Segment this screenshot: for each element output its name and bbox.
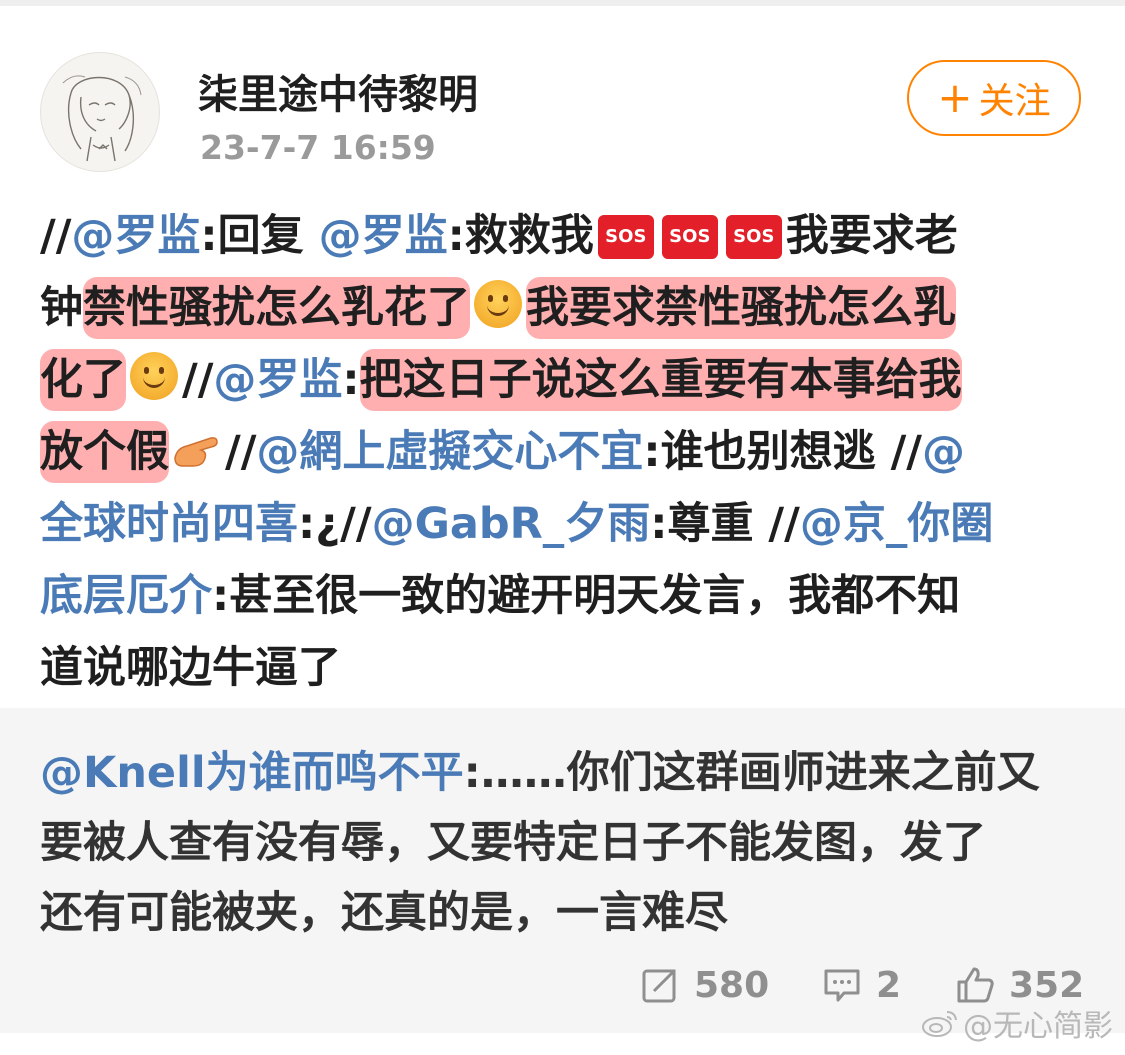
sos-emoji-icon: SOS bbox=[597, 215, 654, 259]
post-text-segment: // bbox=[225, 427, 257, 477]
user-mention-link[interactable]: 全球时尚四喜 bbox=[40, 499, 298, 549]
post-text-segment: 道说哪边牛逼了 bbox=[40, 643, 341, 693]
post-line: 钟禁性骚扰怎么乳花了 我要求禁性骚扰怎么乳 bbox=[40, 272, 1100, 344]
pointing-hand-emoji-icon bbox=[174, 437, 218, 467]
highlighted-text: 放个假 bbox=[40, 421, 169, 483]
follow-label: 关注 bbox=[978, 81, 1051, 122]
repost-button[interactable]: 580 bbox=[640, 960, 769, 1010]
plus-icon: + bbox=[937, 73, 973, 122]
user-mention-link[interactable]: @罗监 bbox=[71, 211, 200, 261]
user-mention-link[interactable]: @京_你圈 bbox=[800, 499, 994, 549]
post-text-segment: :回复 bbox=[200, 211, 319, 261]
post-line: 道说哪边牛逼了 bbox=[40, 632, 1100, 704]
post-text-segment: :谁也别想逃 // bbox=[643, 427, 922, 477]
post-text-segment: 要被人查有没有辱，又要特定日子不能发图，发了 bbox=[40, 818, 986, 868]
avatar[interactable] bbox=[40, 52, 160, 172]
post-text-segment: 钟 bbox=[40, 283, 83, 333]
user-mention-link[interactable]: @罗监 bbox=[213, 355, 342, 405]
highlighted-text: 我要求禁性骚扰怎么乳 bbox=[526, 277, 956, 339]
user-mention-link[interactable]: @罗监 bbox=[319, 211, 448, 261]
highlighted-text: 把这日子说这么重要有本事给我 bbox=[359, 349, 962, 411]
user-mention-link[interactable]: @GabR_夕雨 bbox=[372, 499, 651, 549]
post-text-segment: :尊重 // bbox=[650, 499, 800, 549]
post-text-segment: // bbox=[182, 355, 214, 405]
repost-count: 580 bbox=[694, 964, 770, 1006]
comment-section: @Knell为谁而鸣不平:……你们这群画师进来之前又要被人查有没有辱，又要特定日… bbox=[0, 708, 1125, 1033]
avatar-sketch-icon bbox=[62, 75, 142, 162]
weibo-logo-icon bbox=[922, 1011, 957, 1037]
hot-comment[interactable]: @Knell为谁而鸣不平:……你们这群画师进来之前又要被人查有没有辱，又要特定日… bbox=[40, 738, 1090, 948]
post-line: 底层厄介:甚至很一致的避开明天发言，我都不知 bbox=[40, 560, 1100, 632]
post-text-segment: 还有可能被夹，还真的是，一言难尽 bbox=[40, 888, 728, 938]
post-line: 全球时尚四喜:¿//@GabR_夕雨:尊重 //@京_你圈 bbox=[40, 488, 1100, 560]
comment-button[interactable]: 2 bbox=[822, 960, 901, 1010]
follow-button[interactable]: + 关注 bbox=[907, 60, 1081, 136]
watermark-text: @无心简影 bbox=[963, 1009, 1113, 1044]
post-text-segment: :救救我 bbox=[447, 211, 594, 261]
comment-line: 要被人查有没有辱，又要特定日子不能发图，发了 bbox=[40, 808, 1090, 878]
thumbs-up-icon bbox=[957, 967, 994, 1003]
user-mention-link[interactable]: @網上虛擬交心不宜 bbox=[256, 427, 643, 477]
post-text-segment: :¿// bbox=[298, 499, 372, 549]
highlighted-text: 化了 bbox=[40, 349, 126, 411]
repost-icon bbox=[642, 969, 676, 1003]
post-text-segment: 我要求老 bbox=[785, 211, 958, 261]
post-line: 放个假 //@網上虛擬交心不宜:谁也别想逃 //@ bbox=[40, 416, 1100, 488]
smile-emoji-icon bbox=[130, 352, 178, 400]
post-text-segment: // bbox=[40, 211, 72, 261]
top-divider bbox=[0, 0, 1125, 6]
user-mention-link[interactable]: @ bbox=[922, 427, 965, 477]
user-mention-link[interactable]: 底层厄介 bbox=[40, 571, 212, 621]
post-text-segment: :甚至很一致的避开明天发言，我都不知 bbox=[212, 571, 961, 621]
post-text-segment: :……你们这群画师进来之前又 bbox=[463, 748, 1040, 798]
post-text-segment: : bbox=[342, 355, 360, 405]
user-name[interactable]: 柒里途中待黎明 bbox=[198, 62, 478, 120]
highlighted-text: 禁性骚扰怎么乳花了 bbox=[83, 277, 470, 339]
smile-emoji-icon bbox=[474, 280, 522, 328]
comment-icon bbox=[824, 969, 860, 1002]
watermark: @无心简影 bbox=[921, 1001, 1113, 1045]
comment-line: 还有可能被夹，还真的是，一言难尽 bbox=[40, 878, 1090, 948]
post-line: 化了 //@罗监:把这日子说这么重要有本事给我 bbox=[40, 344, 1100, 416]
sos-emoji-icon: SOS bbox=[661, 215, 718, 259]
sos-emoji-icon: SOS bbox=[725, 215, 782, 259]
post-text: //@罗监:回复 @罗监:救救我 SOS SOS SOS 我要求老 钟禁性骚扰怎么乳花了我… bbox=[40, 200, 1100, 704]
post-timestamp: 23-7-7 16:59 bbox=[200, 128, 436, 167]
comment-line: @Knell为谁而鸣不平:……你们这群画师进来之前又 bbox=[40, 738, 1090, 808]
user-mention-link[interactable]: @Knell为谁而鸣不平 bbox=[40, 748, 464, 798]
like-count: 352 bbox=[1009, 964, 1085, 1006]
post-line: //@罗监:回复 @罗监:救救我 SOS SOS SOS 我要求老 bbox=[40, 200, 1100, 272]
comment-count: 2 bbox=[876, 964, 902, 1006]
